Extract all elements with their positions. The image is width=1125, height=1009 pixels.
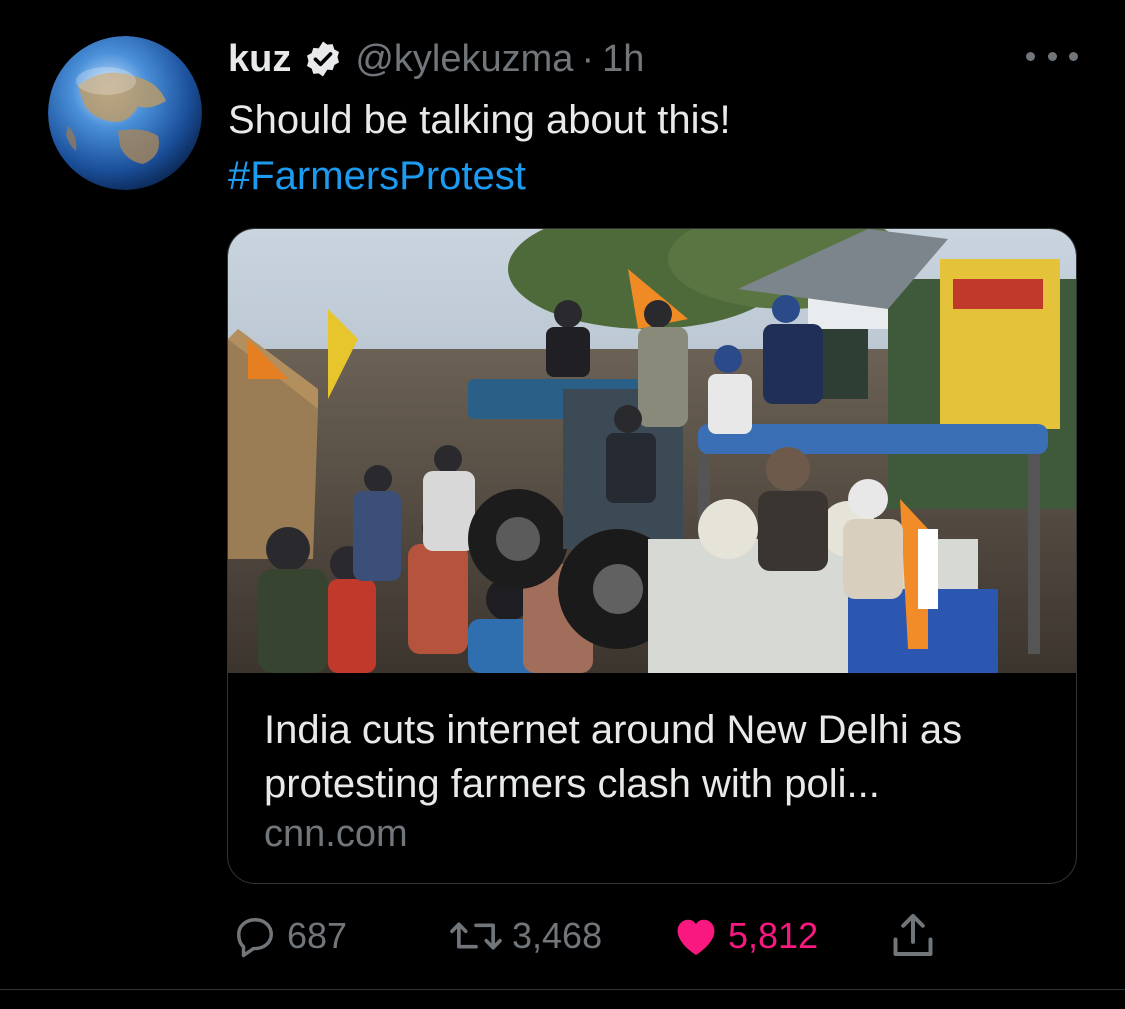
tweet-header: kuz @kylekuzma · 1h <box>228 34 644 84</box>
tweet-body: Should be talking about this! <box>228 98 731 142</box>
retweet-icon <box>446 910 506 962</box>
retweet-count: 3,468 <box>512 915 603 956</box>
share-button[interactable] <box>885 906 941 966</box>
like-count: 5,812 <box>728 915 819 956</box>
hashtag-link[interactable]: #FarmersProtest <box>228 148 731 204</box>
verified-badge-icon <box>303 39 343 79</box>
card-title: India cuts internet around New Delhi as … <box>264 708 963 806</box>
reply-button[interactable]: 687 <box>229 906 347 966</box>
reply-icon <box>229 910 281 962</box>
action-bar: 687 3,468 5,812 <box>0 906 1125 966</box>
link-card[interactable]: India cuts internet around New Delhi as … <box>227 228 1077 884</box>
avatar[interactable] <box>48 36 202 190</box>
heart-icon <box>670 910 722 962</box>
retweet-button[interactable]: 3,468 <box>446 906 602 966</box>
tweet[interactable]: kuz @kylekuzma · 1h Should be talking ab… <box>0 0 1125 989</box>
share-icon <box>885 908 941 964</box>
card-image <box>228 229 1076 673</box>
more-options-icon[interactable] <box>1026 38 1078 74</box>
tweet-text: Should be talking about this! #FarmersPr… <box>228 92 731 204</box>
card-domain: cnn.com <box>264 813 408 855</box>
like-button[interactable]: 5,812 <box>670 906 818 966</box>
separator-dot: · <box>581 37 595 80</box>
reply-count: 687 <box>287 915 348 956</box>
divider <box>0 989 1125 990</box>
timestamp[interactable]: 1h <box>602 38 644 81</box>
handle[interactable]: @kylekuzma <box>355 38 573 81</box>
display-name[interactable]: kuz <box>228 38 291 81</box>
